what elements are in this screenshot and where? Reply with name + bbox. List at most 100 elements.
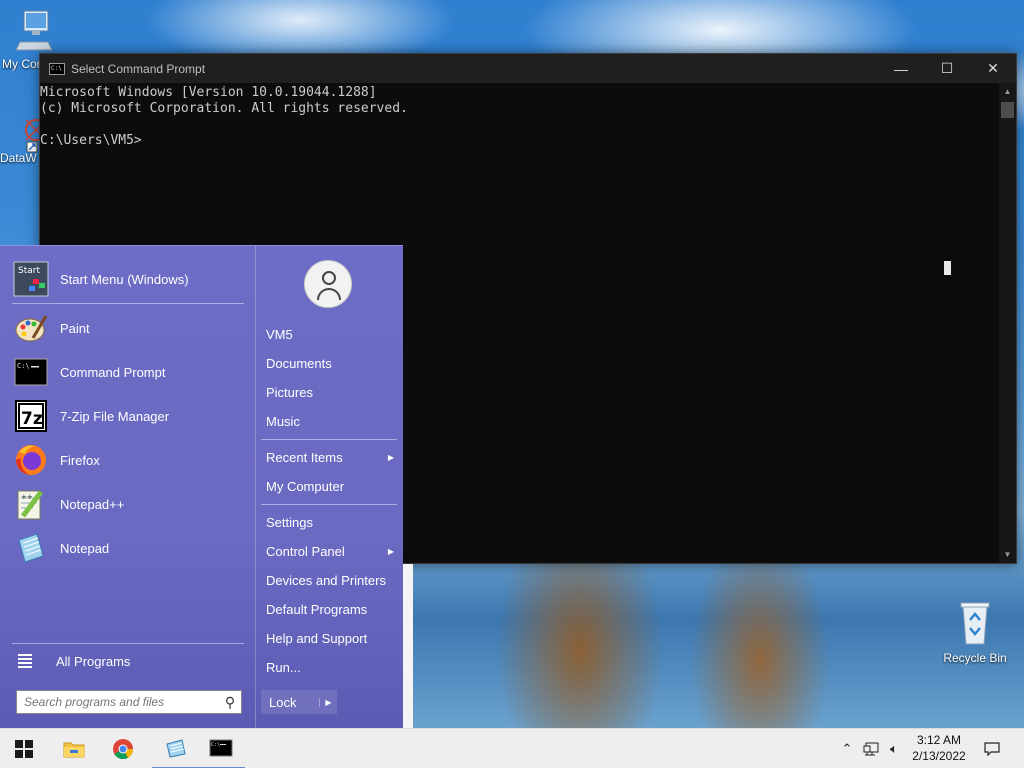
7zip-icon: 7z bbox=[12, 397, 50, 435]
taskbar-command-prompt[interactable]: C:\ bbox=[197, 729, 245, 768]
notepad-icon bbox=[166, 739, 186, 758]
console-prompt-line: C:\Users\VM5> bbox=[40, 133, 142, 148]
notification-icon bbox=[984, 742, 1000, 757]
menu-item-label: Music bbox=[266, 413, 300, 429]
taskbar-file-explorer[interactable] bbox=[50, 729, 98, 768]
firefox-icon bbox=[12, 441, 50, 479]
pinned-item-label: Firefox bbox=[60, 452, 100, 468]
menu-item-documents[interactable]: Documents bbox=[266, 352, 398, 374]
search-input[interactable] bbox=[24, 695, 219, 709]
taskbar: C:\ ⌃ 🔈︎ 3:12 AM 2/13/2022 bbox=[0, 728, 1024, 768]
menu-item-label: Documents bbox=[266, 355, 332, 371]
desktop-icon-label: My Computer bbox=[2, 57, 40, 71]
menu-item-default-programs[interactable]: Default Programs bbox=[266, 598, 398, 620]
pinned-item-start-menu[interactable]: Start Start Menu (Windows) bbox=[12, 258, 244, 300]
search-box[interactable]: ⚲ bbox=[16, 690, 242, 714]
start-menu-places-pane: VM5 Documents Pictures Music Recent Item… bbox=[255, 246, 403, 729]
vertical-scrollbar[interactable]: ▲ ▼ bbox=[999, 83, 1016, 563]
menu-item-settings[interactable]: Settings bbox=[266, 511, 398, 533]
window-titlebar[interactable]: C:\ Select Command Prompt — ☐ ✕ bbox=[40, 54, 1016, 83]
minimize-button[interactable]: — bbox=[878, 54, 924, 83]
menu-item-recent-items[interactable]: Recent Items ▶ bbox=[266, 446, 398, 468]
svg-text:++: ++ bbox=[21, 493, 33, 501]
desktop-icon-recycle-bin[interactable]: Recycle Bin bbox=[940, 600, 1010, 665]
start-menu-separator bbox=[12, 643, 244, 644]
computer-icon bbox=[15, 10, 53, 51]
windows-logo-icon bbox=[15, 740, 33, 758]
menu-item-label: Default Programs bbox=[266, 601, 368, 617]
svg-text:Start: Start bbox=[18, 266, 40, 276]
pinned-item-7zip[interactable]: 7z 7-Zip File Manager bbox=[12, 395, 244, 437]
user-avatar[interactable] bbox=[304, 260, 352, 308]
menu-item-my-computer[interactable]: My Computer bbox=[266, 475, 398, 497]
text-cursor bbox=[944, 261, 951, 275]
menu-item-label: Help and Support bbox=[266, 630, 368, 646]
volume-control[interactable]: 🔈︎ bbox=[884, 729, 904, 768]
clock-time: 3:12 AM bbox=[916, 733, 962, 747]
pinned-item-firefox[interactable]: Firefox bbox=[12, 439, 244, 481]
pinned-item-command-prompt[interactable]: C:\ Command Prompt bbox=[12, 351, 244, 393]
network-status[interactable] bbox=[861, 729, 881, 768]
pinned-item-label: Paint bbox=[60, 320, 90, 336]
clock-date: 2/13/2022 bbox=[912, 749, 966, 763]
lock-options-arrow-icon[interactable]: ▶ bbox=[319, 697, 337, 707]
console-line: ​ bbox=[40, 117, 999, 133]
start-menu-programs-pane: Start Start Menu (Windows) Paint C:\ Com… bbox=[0, 246, 254, 729]
system-clock[interactable]: 3:12 AM 2/13/2022 bbox=[906, 732, 972, 764]
show-hidden-icons-button[interactable]: ⌃ bbox=[838, 729, 856, 768]
menu-item-devices-and-printers[interactable]: Devices and Printers bbox=[266, 569, 398, 591]
command-prompt-icon: C:\ bbox=[209, 739, 233, 757]
menu-item-run[interactable]: Run... bbox=[266, 656, 398, 678]
maximize-button[interactable]: ☐ bbox=[924, 54, 970, 83]
start-button[interactable] bbox=[0, 729, 48, 768]
pinned-item-notepad[interactable]: Notepad bbox=[12, 527, 244, 569]
menu-item-label: Recent Items bbox=[266, 449, 343, 465]
notifications-button[interactable] bbox=[980, 729, 1004, 768]
chevron-up-icon: ⌃ bbox=[841, 741, 853, 756]
recycle-bin-icon bbox=[960, 602, 990, 645]
paint-icon bbox=[12, 309, 50, 347]
menu-item-control-panel[interactable]: Control Panel ▶ bbox=[266, 540, 398, 562]
command-prompt-icon: C:\ bbox=[49, 62, 65, 75]
submenu-arrow-icon: ▶ bbox=[387, 452, 394, 462]
pinned-item-label: Notepad bbox=[60, 540, 110, 556]
scroll-up-icon[interactable]: ▲ bbox=[999, 83, 1016, 100]
pinned-item-label: Command Prompt bbox=[60, 364, 166, 380]
console-line: Microsoft Windows [Version 10.0.19044.12… bbox=[40, 85, 377, 100]
notepad-icon bbox=[12, 529, 50, 567]
command-prompt-icon: C:\ bbox=[12, 353, 50, 391]
pinned-item-label: 7-Zip File Manager bbox=[60, 408, 170, 424]
menu-item-music[interactable]: Music bbox=[266, 410, 398, 432]
all-programs-button[interactable]: All Programs bbox=[18, 652, 130, 670]
start-menu-icon: Start bbox=[12, 260, 50, 298]
close-button[interactable]: ✕ bbox=[970, 54, 1016, 83]
menu-item-label: Pictures bbox=[266, 384, 313, 400]
user-icon-head bbox=[322, 271, 336, 285]
lock-label: Lock bbox=[269, 694, 297, 710]
taskbar-notepad[interactable] bbox=[152, 729, 200, 768]
pinned-item-paint[interactable]: Paint bbox=[12, 307, 244, 349]
user-icon-shoulders bbox=[317, 288, 341, 300]
search-icon[interactable]: ⚲ bbox=[219, 694, 241, 711]
menu-item-pictures[interactable]: Pictures bbox=[266, 381, 398, 403]
start-menu-edge bbox=[403, 564, 413, 728]
scrollbar-thumb[interactable] bbox=[1001, 102, 1014, 118]
menu-item-label: VM5 bbox=[266, 326, 293, 342]
network-icon bbox=[863, 742, 879, 756]
window-title: Select Command Prompt bbox=[71, 61, 206, 76]
start-menu-separator bbox=[261, 504, 397, 505]
menu-item-label: Control Panel bbox=[266, 543, 345, 559]
svg-text:7z: 7z bbox=[21, 409, 43, 429]
start-menu: Start Start Menu (Windows) Paint C:\ Com… bbox=[0, 245, 403, 729]
all-programs-label: All Programs bbox=[56, 653, 131, 669]
lock-button[interactable]: Lock ▶ bbox=[261, 690, 337, 714]
list-icon bbox=[18, 652, 32, 670]
scroll-down-icon[interactable]: ▼ bbox=[999, 546, 1016, 563]
svg-text:C:\: C:\ bbox=[17, 362, 30, 370]
menu-item-label: Devices and Printers bbox=[266, 572, 386, 588]
menu-item-label: Settings bbox=[266, 514, 313, 530]
pinned-item-notepadpp[interactable]: ++ Notepad++ bbox=[12, 483, 244, 525]
menu-item-help-and-support[interactable]: Help and Support bbox=[266, 627, 398, 649]
menu-item-user[interactable]: VM5 bbox=[266, 323, 398, 345]
taskbar-chrome[interactable] bbox=[99, 729, 147, 768]
